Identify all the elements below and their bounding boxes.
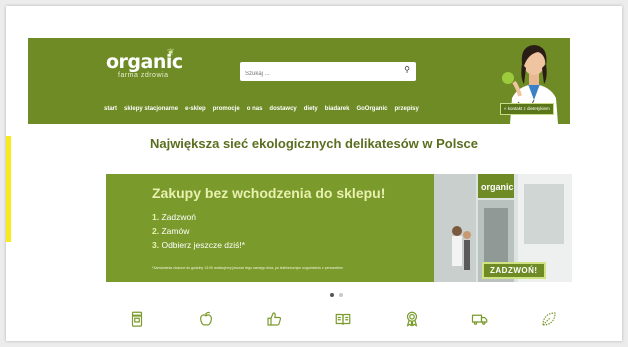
nav-item-przepisy[interactable]: przepisy [394,106,418,112]
search-box: ⚲ [240,62,416,84]
nav-item-dostawcy[interactable]: dostawcy [269,106,296,112]
svg-text:organic: organic [481,182,514,192]
banner-step: 1. Zadzwoń [152,212,245,222]
nav-item-o-nas[interactable]: o nas [247,106,263,112]
search-input[interactable] [240,64,390,84]
nav-item-sklepy[interactable]: sklepy stacjonarne [124,106,178,112]
jar-icon[interactable] [128,310,146,328]
carousel-dot[interactable] [339,293,343,297]
side-tab[interactable] [6,136,11,242]
banner-title: Zakupy bez wchodzenia do sklepu! [152,185,386,201]
search-icon[interactable]: ⚲ [404,65,410,74]
leaf-icon: ❦ [167,47,175,57]
banner-footnote: *Zamówienia złożone do godziny 13:00 rea… [152,266,344,270]
nav-item-diety[interactable]: diety [304,106,318,112]
nav-item-e-sklep[interactable]: e-sklep [185,106,206,112]
banner-step: 2. Zamów [152,226,245,236]
site-header: organic farma zdrowia ❦ ⚲ start sklepy s… [28,38,570,124]
call-button[interactable]: ZADZWOŃ! [482,262,546,279]
delivery-truck-icon[interactable] [471,310,489,328]
step-number: 2. [152,226,160,236]
browser-page: organic farma zdrowia ❦ ⚲ start sklepy s… [6,6,622,341]
main-nav: start sklepy stacjonarne e-sklep promocj… [104,106,419,112]
banner-step: 3. Odbierz jeszcze dziś!* [152,240,245,250]
step-text: Zadzwoń [161,212,196,222]
nav-item-goorganic[interactable]: GoOrganic [356,106,387,112]
page-tagline: Największa sieć ekologicznych delikatesó… [149,136,479,151]
thumbs-up-icon[interactable] [265,310,283,328]
carousel-dot[interactable] [330,293,334,297]
banner-steps: 1. Zadzwoń 2. Zamów 3. Odbierz jeszcze d… [152,212,245,254]
apple-icon[interactable] [197,310,215,328]
nav-item-biadarek[interactable]: biadarek [325,106,350,112]
book-icon[interactable] [334,310,352,328]
nav-item-start[interactable]: start [104,106,117,112]
feature-icons [128,310,558,328]
logo-subtitle: farma zdrowia [118,72,169,79]
nav-item-promocje[interactable]: promocje [213,106,240,112]
award-icon[interactable] [403,310,421,328]
step-text: Odbierz jeszcze dziś!* [161,240,246,250]
step-number: 3. [152,240,160,250]
leaf-icon[interactable] [540,310,558,328]
promo-banner[interactable]: Zakupy bez wchodzenia do sklepu! 1. Zadz… [106,174,572,282]
step-number: 1. [152,212,160,222]
logo[interactable]: organic farma zdrowia ❦ [106,47,183,79]
step-text: Zamów [161,226,190,236]
dietitian-contact-button[interactable]: « kontakt z dietetykiem [500,103,554,115]
carousel-dots [330,293,343,297]
